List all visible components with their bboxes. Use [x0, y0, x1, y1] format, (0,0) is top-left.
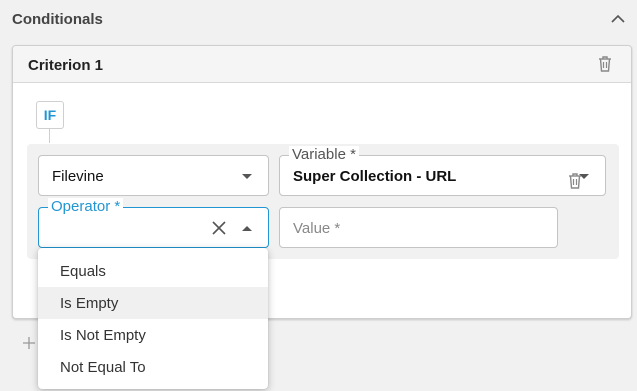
operator-label: Operator *: [48, 198, 124, 216]
variable-label: Variable *: [289, 146, 359, 164]
option-is-not-empty[interactable]: Is Not Empty: [38, 319, 268, 351]
section-title: Conditionals: [12, 11, 103, 28]
value-placeholder: Value *: [293, 220, 341, 237]
value-input[interactable]: Value *: [279, 207, 558, 248]
option-not-equal-to[interactable]: Not Equal To: [38, 351, 268, 383]
source-value: Filevine: [52, 168, 104, 185]
caret-up-icon[interactable]: [242, 226, 252, 231]
operator-select[interactable]: Operator *: [38, 198, 269, 248]
connector-line: [49, 129, 50, 143]
source-select[interactable]: Filevine: [38, 155, 269, 196]
chevron-up-icon[interactable]: [609, 10, 627, 28]
caret-down-icon[interactable]: [242, 174, 252, 179]
trash-icon[interactable]: [595, 54, 615, 74]
plus-icon[interactable]: [22, 336, 36, 350]
option-is-empty[interactable]: Is Empty: [38, 287, 268, 319]
option-equals[interactable]: Equals: [38, 255, 268, 287]
close-icon[interactable]: [211, 220, 227, 236]
operator-dropdown: Equals Is Empty Is Not Empty Not Equal T…: [38, 248, 268, 389]
criterion-title: Criterion 1: [28, 57, 104, 74]
variable-value: Super Collection - URL: [293, 168, 457, 185]
if-badge: IF: [36, 101, 64, 129]
criterion-header: Criterion 1: [13, 46, 631, 83]
variable-select[interactable]: Variable * Super Collection - URL: [279, 146, 606, 196]
conditionals-header[interactable]: Conditionals: [0, 0, 637, 40]
trash-icon[interactable]: [565, 171, 585, 191]
